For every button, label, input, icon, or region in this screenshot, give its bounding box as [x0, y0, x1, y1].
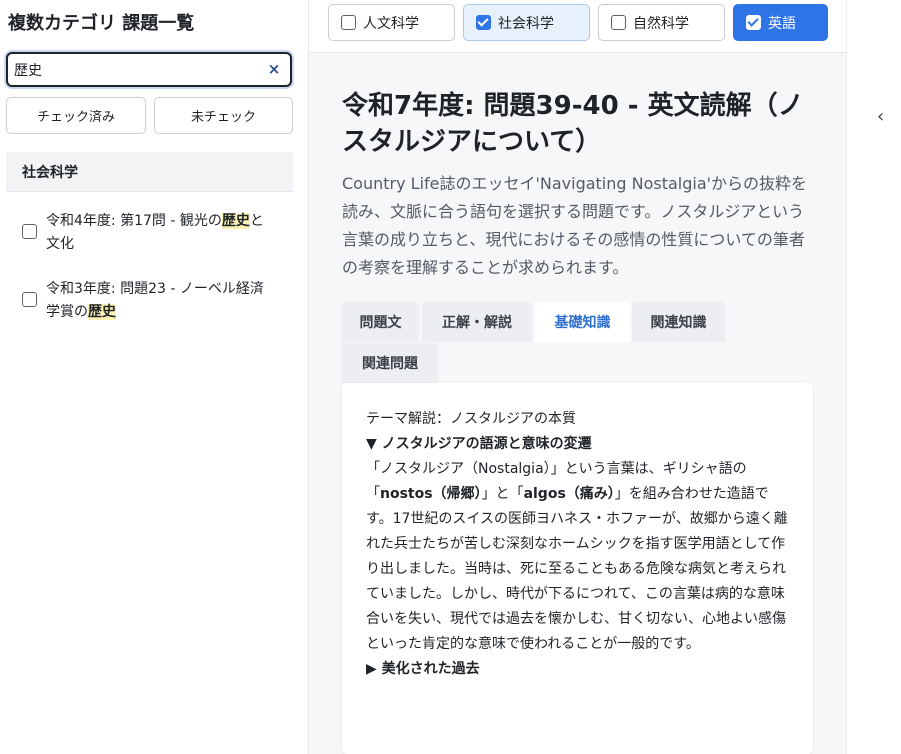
content-heading: テーマ解説：ノスタルジアの本質 [366, 411, 576, 427]
tab-question[interactable]: 問題文 [342, 302, 419, 342]
clear-icon[interactable]: × [266, 59, 282, 79]
category-chip-label: 社会科学 [498, 15, 554, 32]
section-toggle-idealized-past[interactable]: ▶ 美化された過去 [366, 657, 788, 682]
section-body: 「ノスタルジア（Nostalgia）」という言葉は、ギリシャ語の「nostos（… [366, 461, 788, 652]
task-checkbox[interactable] [22, 224, 37, 239]
right-rail: ‹ [846, 0, 901, 754]
page-title: 令和7年度: 問題39-40 - 英文読解（ノスタルジアについて） [342, 91, 804, 157]
category-chip-english[interactable]: 英語 [733, 4, 828, 41]
main-panel: 人文科学 社会科学 自然科学 英語 令和7年度: 問題39-40 - 英文読解（… [310, 0, 846, 754]
tab-related-knowledge[interactable]: 関連知識 [632, 302, 725, 342]
section-toggle-etymology[interactable]: ▼ ノスタルジアの語源と意味の変遷 [366, 432, 788, 457]
list-item[interactable]: 令和4年度: 第17問 - 観光の歴史と文化 [22, 210, 282, 256]
task-label[interactable]: 令和4年度: 第17問 - 観光の歴史と文化 [46, 210, 276, 256]
task-checkbox[interactable] [22, 292, 37, 307]
checkbox[interactable] [341, 15, 356, 30]
category-chip-humanities[interactable]: 人文科学 [328, 4, 455, 41]
tab-related-questions[interactable]: 関連問題 [342, 343, 438, 383]
search-box[interactable]: × [6, 52, 292, 87]
question-description: Country Life誌のエッセイ'Navigating Nostalgia'… [342, 174, 808, 277]
category-chip-label: 人文科学 [363, 15, 419, 32]
content-card: テーマ解説：ノスタルジアの本質 ▼ ノスタルジアの語源と意味の変遷 「ノスタルジ… [342, 383, 813, 754]
category-header-label: 社会科学 [22, 164, 78, 181]
tab-answer[interactable]: 正解・解説 [422, 302, 532, 342]
category-filter-bar: 人文科学 社会科学 自然科学 英語 [310, 0, 846, 53]
term-nostos: nostos（帰郷） [380, 486, 482, 502]
category-chip-natural-science[interactable]: 自然科学 [598, 4, 725, 41]
search-highlight: 歴史 [221, 213, 250, 229]
chevron-left-icon[interactable]: ‹ [877, 108, 889, 128]
checkbox[interactable] [476, 15, 491, 30]
sidebar: 複数カテゴリ 課題一覧 × チェック済み 未チェック 社会科学 令和4年度: 第… [0, 0, 309, 754]
checkbox[interactable] [746, 15, 761, 30]
category-chip-label: 英語 [768, 15, 796, 32]
category-header: 社会科学 [6, 152, 293, 192]
filter-checked-button[interactable]: チェック済み [6, 97, 146, 134]
sidebar-title: 複数カテゴリ 課題一覧 [8, 13, 195, 34]
content-body: テーマ解説：ノスタルジアの本質 ▼ ノスタルジアの語源と意味の変遷 「ノスタルジ… [366, 407, 788, 682]
list-item[interactable]: 令和3年度: 問題23 - ノーベル経済学賞の歴史 [22, 278, 282, 324]
search-highlight: 歴史 [88, 304, 116, 320]
task-label[interactable]: 令和3年度: 問題23 - ノーベル経済学賞の歴史 [46, 278, 276, 324]
checkbox[interactable] [611, 15, 626, 30]
tab-basic-knowledge[interactable]: 基礎知識 [535, 302, 630, 342]
filter-unchecked-button[interactable]: 未チェック [154, 97, 293, 134]
category-chip-social-science[interactable]: 社会科学 [463, 4, 590, 41]
search-input[interactable] [14, 59, 259, 81]
term-algos: algos（痛み） [523, 486, 615, 502]
category-chip-label: 自然科学 [633, 15, 689, 32]
